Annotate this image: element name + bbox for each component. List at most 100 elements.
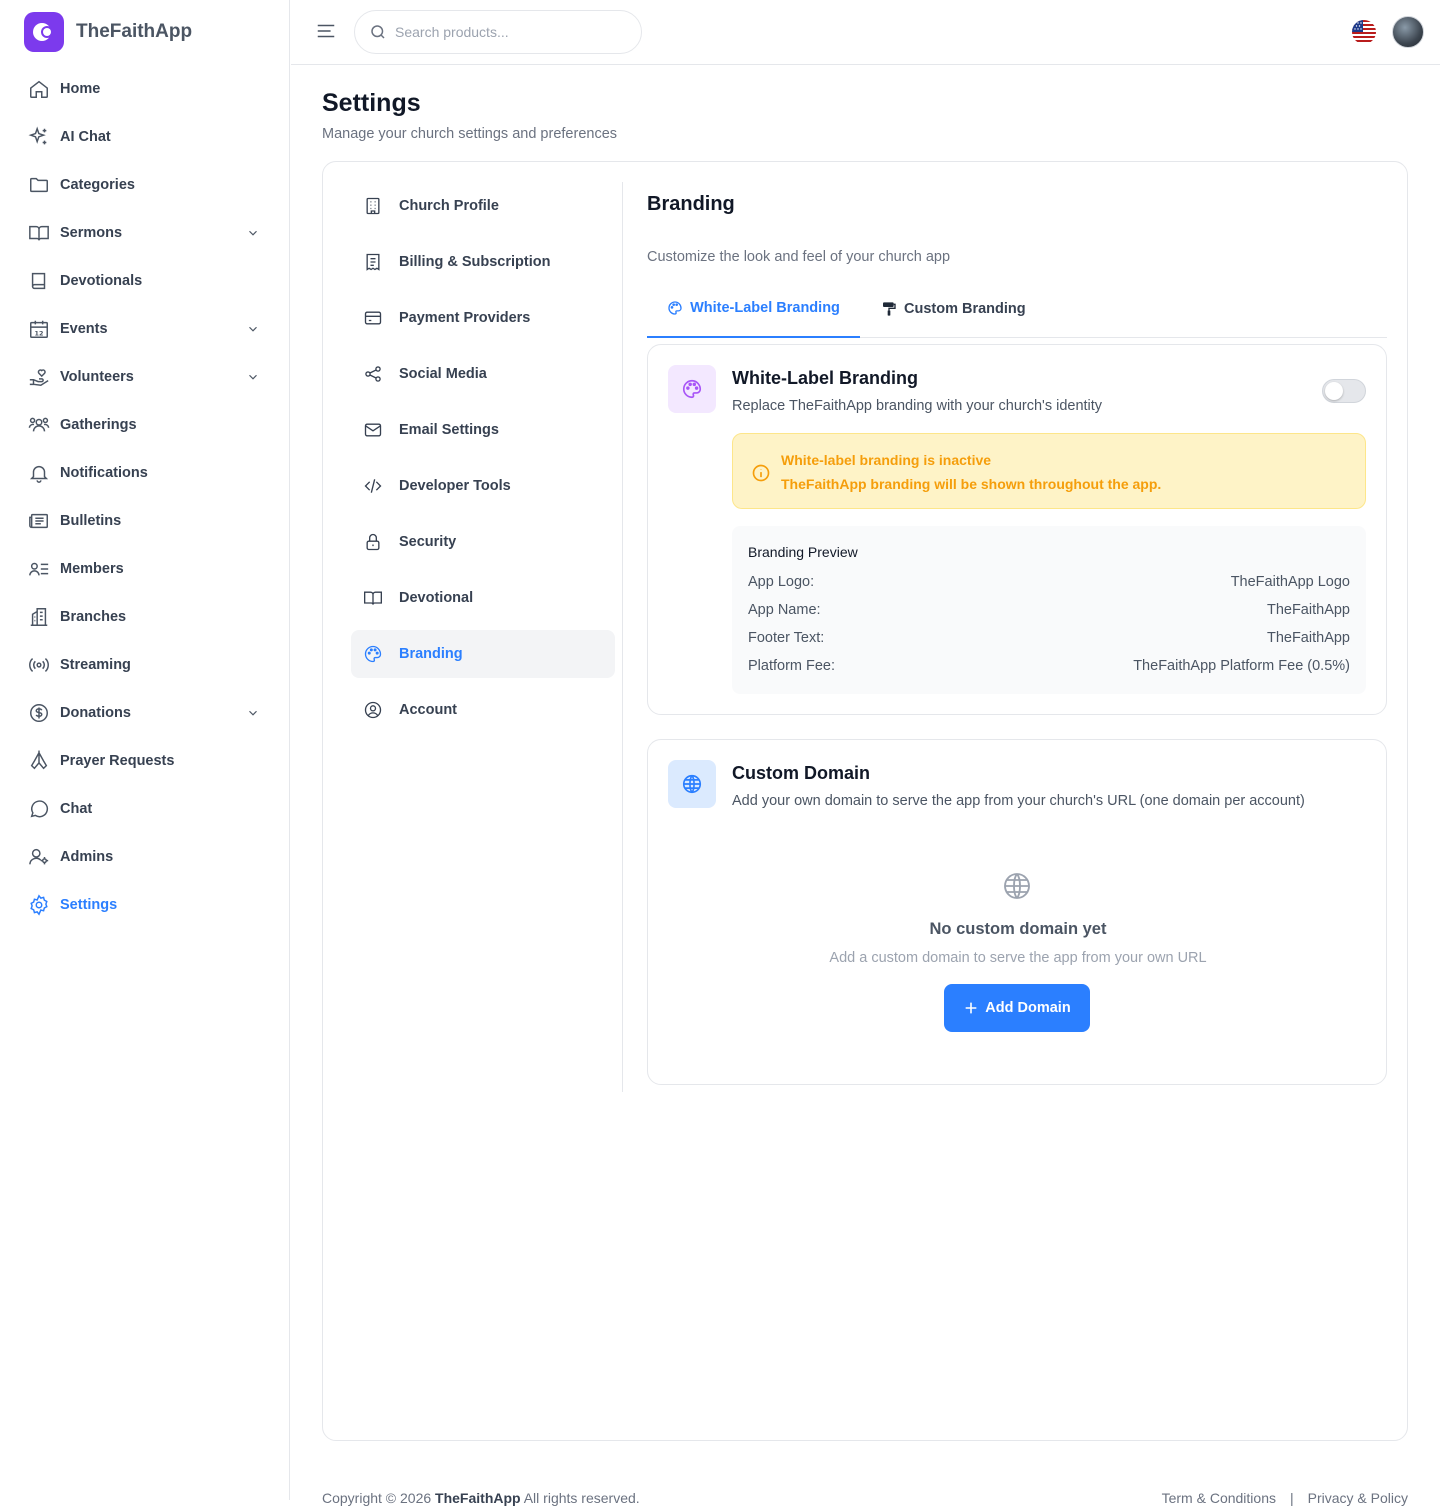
settings-nav-social-media[interactable]: Social Media [351, 350, 615, 398]
search-input[interactable] [395, 24, 615, 40]
sidebar-item-label: Categories [60, 177, 135, 193]
preview-row: Platform Fee: TheFaithApp Platform Fee (… [748, 658, 1350, 674]
custom-domain-card: Custom Domain Add your own domain to ser… [647, 739, 1387, 1085]
settings-card: Church Profile Billing & Subscription Pa… [322, 161, 1408, 1441]
tab-white-label-branding[interactable]: White-Label Branding [647, 280, 860, 338]
custom-domain-subtitle: Add your own domain to serve the app fro… [732, 793, 1305, 809]
dollar-circle-icon [30, 704, 48, 722]
sidebar-item-ai-chat[interactable]: AI Chat [28, 113, 264, 161]
add-domain-label: Add Domain [985, 1000, 1071, 1016]
settings-nav-payment-providers[interactable]: Payment Providers [351, 294, 615, 342]
sidebar-item-streaming[interactable]: Streaming [28, 641, 264, 689]
preview-value: TheFaithApp Logo [1230, 574, 1350, 590]
user-circle-icon [364, 701, 382, 719]
sidebar-item-branches[interactable]: Branches [28, 593, 264, 641]
sidebar-item-prayer-requests[interactable]: Prayer Requests [28, 737, 264, 785]
sidebar-item-label: Settings [60, 897, 118, 913]
settings-nav-label: Security [399, 534, 457, 550]
topbar [291, 0, 1440, 65]
globe-icon [682, 774, 702, 794]
settings-nav-label: Church Profile [399, 198, 499, 214]
chevron-down-icon[interactable] [246, 706, 260, 720]
settings-nav-church-profile[interactable]: Church Profile [351, 182, 615, 230]
sidebar-item-label: Donations [60, 705, 131, 721]
sidebar-item-chat[interactable]: Chat [28, 785, 264, 833]
copyright-brand: TheFaithApp [435, 1490, 521, 1506]
tab-custom-branding[interactable]: Custom Branding [881, 280, 1026, 338]
sidebar: TheFaithApp Home AI Chat Categories Serm… [0, 0, 290, 1500]
sidebar-item-admins[interactable]: Admins [28, 833, 264, 881]
menu-icon[interactable] [315, 20, 337, 42]
app-name: TheFaithApp [76, 21, 193, 42]
sidebar-item-devotionals[interactable]: Devotionals [28, 257, 264, 305]
search-bar[interactable] [354, 10, 642, 54]
settings-nav-billing[interactable]: Billing & Subscription [351, 238, 615, 286]
info-icon [752, 464, 770, 482]
avatar[interactable] [1392, 16, 1424, 48]
sidebar-item-label: Members [60, 561, 124, 577]
book-open-icon [364, 591, 382, 605]
branding-tabs: White-Label Branding Custom Branding [647, 280, 1387, 338]
terms-link[interactable]: Term & Conditions [1162, 1490, 1276, 1506]
sidebar-item-categories[interactable]: Categories [28, 161, 264, 209]
sidebar-item-events[interactable]: 12 Events [28, 305, 264, 353]
building-icon [366, 197, 380, 215]
preview-label: Footer Text: [748, 630, 825, 646]
gear-icon [30, 894, 48, 916]
preview-title: Branding Preview [748, 544, 858, 560]
svg-text:12: 12 [35, 329, 44, 337]
palette-icon [683, 379, 702, 399]
settings-nav-label: Account [399, 702, 457, 718]
preview-label: Platform Fee: [748, 658, 836, 674]
sidebar-item-label: Chat [60, 801, 93, 817]
chevron-down-icon[interactable] [246, 322, 260, 336]
palette-icon [364, 645, 382, 663]
settings-nav-account[interactable]: Account [351, 686, 615, 734]
settings-nav-developer-tools[interactable]: Developer Tools [351, 462, 615, 510]
settings-nav-devotional[interactable]: Devotional [351, 574, 615, 622]
sidebar-item-label: Branches [60, 609, 127, 625]
settings-nav-branding[interactable]: Branding [351, 630, 615, 678]
sidebar-item-bulletins[interactable]: Bulletins [28, 497, 264, 545]
sidebar-item-label: Notifications [60, 465, 148, 481]
sparkles-icon [28, 126, 47, 145]
preview-row: App Logo: TheFaithApp Logo [748, 574, 1350, 590]
tab-label: Custom Branding [904, 301, 1026, 317]
copyright-prefix: Copyright © 2026 [322, 1490, 432, 1506]
sidebar-item-notifications[interactable]: Notifications [28, 449, 264, 497]
us-flag-icon[interactable] [1352, 20, 1376, 44]
sidebar-item-gatherings[interactable]: Gatherings [28, 401, 264, 449]
settings-nav-label: Developer Tools [399, 478, 511, 494]
settings-nav-email-settings[interactable]: Email Settings [351, 406, 615, 454]
add-domain-button[interactable]: Add Domain [944, 984, 1090, 1032]
white-label-toggle[interactable] [1322, 379, 1366, 403]
white-label-card: White-Label Branding Replace TheFaithApp… [647, 344, 1387, 715]
sidebar-item-sermons[interactable]: Sermons [28, 209, 264, 257]
message-circle-icon [30, 800, 49, 818]
branding-preview: Branding Preview App Logo: TheFaithApp L… [732, 526, 1366, 694]
radio-icon [29, 658, 49, 672]
book-open-icon [29, 225, 49, 241]
sidebar-item-volunteers[interactable]: Volunteers [28, 353, 264, 401]
custom-domain-title: Custom Domain [732, 763, 871, 783]
sidebar-item-members[interactable]: Members [28, 545, 264, 593]
sidebar-item-donations[interactable]: Donations [28, 689, 264, 737]
folder-icon [30, 177, 48, 193]
privacy-link[interactable]: Privacy & Policy [1308, 1490, 1408, 1506]
preview-value: TheFaithApp [1266, 602, 1350, 618]
empty-state-title: No custom domain yet [929, 920, 1107, 938]
sidebar-item-settings[interactable]: Settings [28, 881, 264, 929]
palette-icon [668, 301, 682, 315]
footer-copyright: Copyright © 2026 TheFaithApp All rights … [322, 1490, 640, 1506]
globe-icon [1004, 873, 1030, 899]
brand[interactable]: TheFaithApp [24, 12, 192, 52]
settings-nav-label: Social Media [399, 366, 487, 382]
hand-heart-icon [29, 369, 49, 387]
settings-nav-security[interactable]: Security [351, 518, 615, 566]
paint-roller-icon [883, 302, 896, 316]
chevron-down-icon[interactable] [246, 226, 260, 240]
sidebar-item-home[interactable]: Home [28, 65, 264, 113]
preview-value: TheFaithApp [1266, 630, 1350, 646]
mail-icon [364, 423, 382, 437]
chevron-down-icon[interactable] [246, 370, 260, 384]
